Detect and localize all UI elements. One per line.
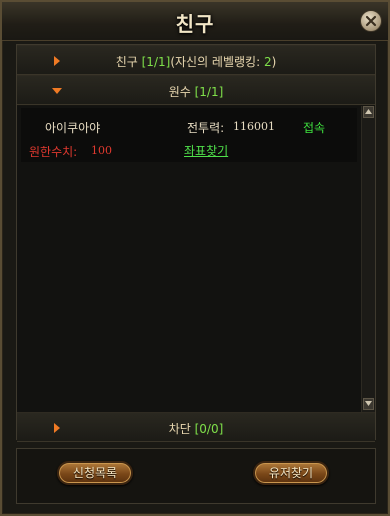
scroll-up-button[interactable] [363,106,374,118]
title-bar[interactable]: 친구 [2,2,388,41]
close-icon [365,15,377,27]
arrow-up-icon [365,109,372,114]
find-user-button[interactable]: 유저찾기 [253,461,329,485]
section-blocked-header[interactable]: 차단 [0/0] [17,412,375,442]
section-blocked-label: 차단 [0/0] [168,422,224,436]
enemy-list: 아이쿠아야 전투력: 116001 접속 원한수치: 100 좌표찾기 [17,106,361,412]
section-friends-header[interactable]: 친구 [1/1](자신의 레벨랭킹: 2) [17,45,375,75]
grudge-value: 100 [91,144,112,157]
window-title: 친구 [175,12,215,36]
scrollbar[interactable] [361,106,375,412]
section-enemies-header[interactable]: 원수 [1/1] [17,75,375,105]
close-button[interactable] [360,10,382,32]
arrow-down-icon [365,401,372,406]
request-list-button[interactable]: 신청목록 [57,461,133,485]
find-coordinates-link[interactable]: 좌표찾기 [184,142,228,159]
power-value: 116001 [233,120,275,133]
friends-panel: 친구 [1/1](자신의 레벨랭킹: 2) 원수 [1/1] 아이쿠아야 전투력… [16,44,376,442]
status-badge: 접속 [303,121,326,135]
footer-bar: 신청목록 유저찾기 [16,448,376,504]
friends-window: 친구 친구 [1/1](자신의 레벨랭킹: 2) 원수 [1/1] 아이쿠아야 … [0,0,390,516]
list-item[interactable]: 아이쿠아야 전투력: 116001 접속 원한수치: 100 좌표찾기 [21,108,357,162]
section-enemies-label: 원수 [1/1] [168,85,224,99]
enemy-name: 아이쿠아야 [45,121,101,135]
section-friends-label: 친구 [1/1](자신의 레벨랭킹: 2) [115,55,277,69]
grudge-label: 원한수치: [29,145,78,159]
power-label: 전투력: [187,121,225,135]
scroll-down-button[interactable] [363,398,374,410]
